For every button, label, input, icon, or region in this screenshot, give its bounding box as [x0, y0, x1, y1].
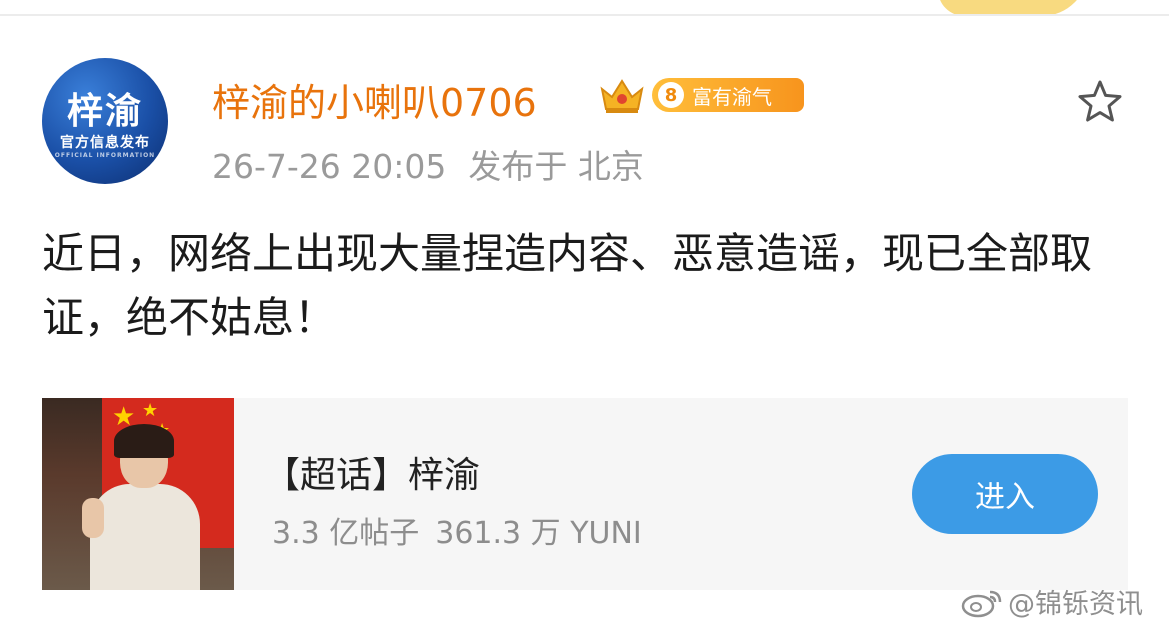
watermark-text: @锦铄资讯: [1008, 589, 1143, 620]
supertopic-title: 【超话】梓渝: [264, 455, 481, 496]
crown-icon: [600, 79, 644, 113]
person-hair: [114, 424, 174, 458]
supertopic-post-count: 3.3 亿帖子: [272, 516, 420, 551]
star-icon[interactable]: [1076, 78, 1124, 126]
top-divider: [0, 14, 1169, 16]
supertopic-follower-count: 361.3 万 YUNI: [435, 516, 642, 551]
post-location: 发布于 北京: [468, 147, 644, 186]
supertopic-card[interactable]: ★ ★ ★ 【超话】梓渝 3.3 亿帖子 361.3 万 YUNI 进入: [42, 398, 1128, 590]
level-title: 富有渝气: [692, 84, 772, 109]
supertopic-thumbnail: ★ ★ ★: [42, 398, 234, 590]
author-name[interactable]: 梓渝的小喇叭0706: [212, 72, 537, 127]
watermark: @锦铄资讯: [960, 582, 1143, 621]
level-number: 8: [658, 82, 684, 108]
fan-level-badge[interactable]: 8 富有渝气: [652, 78, 804, 112]
avatar-subtitle: 官方信息发布: [60, 135, 150, 151]
person-figure: [90, 484, 200, 590]
post-body: 近日，网络上出现大量捏造内容、恶意造谣，现已全部取证，绝不姑息！: [42, 229, 1093, 342]
avatar-caption: OFFICIAL INFORMATION: [54, 152, 156, 159]
weibo-icon: [961, 590, 1002, 617]
post-meta: 26-7-26 20:05 发布于 北京: [212, 140, 644, 188]
post-timestamp: 26-7-26 20:05: [212, 147, 447, 186]
avatar[interactable]: 梓渝 官方信息发布 OFFICIAL INFORMATION: [42, 58, 168, 184]
enter-button[interactable]: 进入: [912, 454, 1098, 534]
avatar-title: 梓渝: [66, 91, 143, 132]
person-hand: [82, 498, 104, 538]
supertopic-stats: 3.3 亿帖子 361.3 万 YUNI: [272, 508, 642, 552]
